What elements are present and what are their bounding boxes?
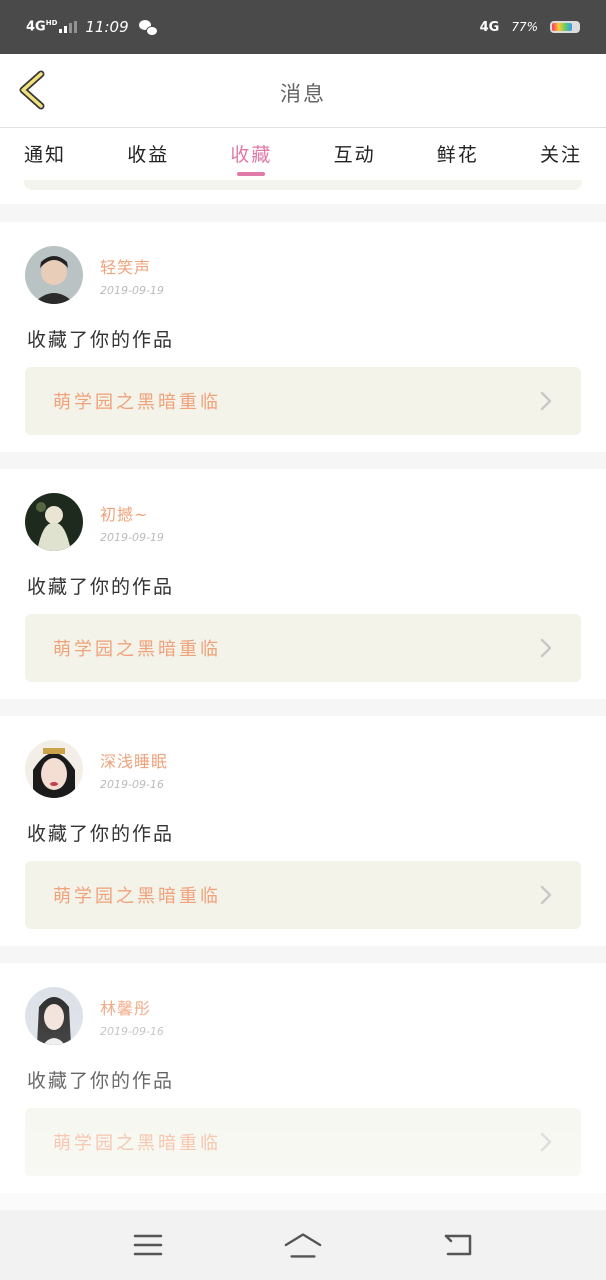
home-button[interactable] (283, 1225, 323, 1265)
tab-0[interactable]: 通知 (24, 128, 66, 184)
chevron-right-icon (540, 1132, 552, 1152)
home-icon (284, 1233, 322, 1258)
battery-level (552, 23, 573, 31)
favorite-item: 轻笑声 2019-09-19 收藏了你的作品萌学园之黑暗重临 (0, 222, 606, 452)
avatar[interactable] (25, 987, 83, 1045)
avatar[interactable] (25, 493, 83, 551)
user-name[interactable]: 林馨彤 (100, 995, 151, 1019)
user-name[interactable]: 深浅睡眠 (100, 748, 168, 772)
chevron-right-icon (540, 638, 552, 658)
favorite-item: 深浅睡眠 2019-09-16 收藏了你的作品萌学园之黑暗重临 (0, 716, 606, 946)
tab-5[interactable]: 关注 (540, 128, 582, 184)
chevron-right-icon (540, 885, 552, 905)
clock: 11:09 (85, 18, 129, 36)
tab-3[interactable]: 互动 (334, 128, 376, 184)
system-nav-bar (0, 1210, 606, 1280)
back-icon (445, 1234, 472, 1256)
menu-button[interactable] (128, 1225, 168, 1265)
work-title: 萌学园之黑暗重临 (53, 639, 221, 660)
page-title: 消息 (280, 82, 326, 106)
favorites-list: 轻笑声 2019-09-19 收藏了你的作品 萌学园之黑暗重临 初撼~ 2019-09-1… (0, 222, 606, 1210)
user-name[interactable]: 初撼~ (100, 501, 148, 525)
chevron-right-icon (540, 391, 552, 411)
favorite-item: 林馨彤 2019-09-16 收藏了你的作品萌学园之黑暗重临 (0, 963, 606, 1193)
tab-4[interactable]: 鲜花 (437, 128, 479, 184)
network-indicator: 4GHD (26, 19, 58, 35)
work-title: 萌学园之黑暗重临 (53, 886, 221, 907)
favorite-item: 初撼~ 2019-09-19 收藏了你的作品萌学园之黑暗重临 (0, 469, 606, 699)
action-text: 收藏了你的作品 (27, 1070, 175, 1092)
tab-2[interactable]: 收藏 (230, 128, 272, 184)
work-link[interactable]: 萌学园之黑暗重临 (25, 861, 581, 929)
avatar[interactable] (25, 740, 83, 798)
network-indicator-right: 4G (479, 19, 500, 35)
work-link[interactable]: 萌学园之黑暗重临 (25, 1108, 581, 1176)
signal-icon (59, 21, 78, 33)
avatar[interactable] (25, 246, 83, 304)
work-link[interactable]: 萌学园之黑暗重临 (25, 367, 581, 435)
work-title: 萌学园之黑暗重临 (53, 1133, 221, 1154)
post-date: 2019-09-16 (100, 1025, 164, 1038)
work-title: 萌学园之黑暗重临 (53, 392, 221, 413)
battery-percent: 77% (511, 20, 538, 34)
work-link[interactable]: 萌学园之黑暗重临 (25, 614, 581, 682)
post-date: 2019-09-19 (100, 284, 164, 297)
tab-bar: 通知 收益 收藏 互动 鲜花 关注 (0, 128, 606, 184)
menu-icon (133, 1234, 162, 1256)
system-back-button[interactable] (438, 1225, 478, 1265)
post-date: 2019-09-16 (100, 778, 164, 791)
action-text: 收藏了你的作品 (27, 576, 175, 598)
tab-1[interactable]: 收益 (127, 128, 169, 184)
wechat-icon (138, 19, 158, 36)
status-bar: 4GHD 11:09 4G 77% (0, 0, 606, 54)
post-date: 2019-09-19 (100, 531, 164, 544)
user-name[interactable]: 轻笑声 (100, 254, 151, 278)
action-text: 收藏了你的作品 (27, 329, 175, 351)
previous-card-work-box (24, 180, 582, 190)
nav-bar: 消息 (0, 54, 606, 128)
battery-icon (550, 21, 580, 33)
action-text: 收藏了你的作品 (27, 823, 175, 845)
